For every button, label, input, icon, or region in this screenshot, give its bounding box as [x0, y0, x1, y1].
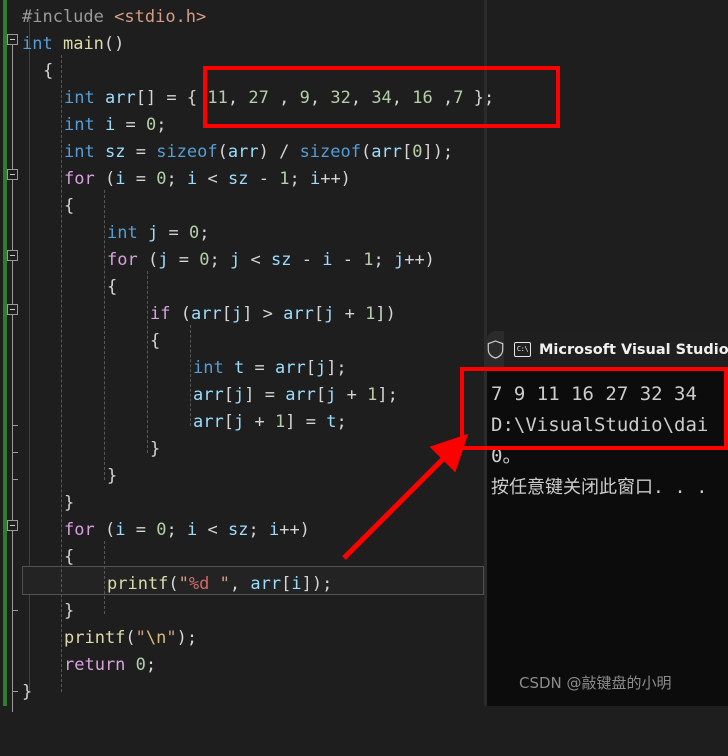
cmd-icon-glyph: C:\	[516, 345, 529, 353]
code-line-12: if (arr[j] > arr[j + 1])	[150, 304, 396, 324]
code-line-7: for (i = 0; i < sz - 1; i++)	[64, 169, 351, 189]
code-line-6: int sz = sizeof(arr) / sizeof(arr[0]);	[64, 142, 454, 162]
code-line-2: int main()	[22, 34, 125, 54]
code-line-1: #include <stdio.h>	[22, 7, 207, 27]
shield-icon	[487, 340, 504, 359]
console-tab[interactable]: C:\ Microsoft Visual Studio	[504, 331, 728, 368]
code-line-11: {	[107, 277, 118, 297]
sorted-output-highlight-box	[460, 367, 728, 450]
console-title-label: Microsoft Visual Studio	[539, 341, 728, 358]
output-arrow-icon	[342, 433, 469, 560]
titlebar-left-section	[487, 331, 504, 368]
array-literal-highlight-box	[203, 66, 560, 128]
console-output-line-4: 按任意键关闭此窗口. . .	[491, 477, 708, 498]
console-titlebar[interactable]: C:\ Microsoft Visual Studio	[487, 331, 728, 368]
cmd-icon: C:\	[514, 342, 531, 357]
watermark-text: CSDN @敲键盘的小明	[519, 674, 672, 692]
code-line-10: for (j = 0; j < sz - i - 1; j++)	[107, 250, 435, 270]
code-line-8: {	[64, 196, 75, 216]
code-line-9: int j = 0;	[107, 223, 210, 243]
